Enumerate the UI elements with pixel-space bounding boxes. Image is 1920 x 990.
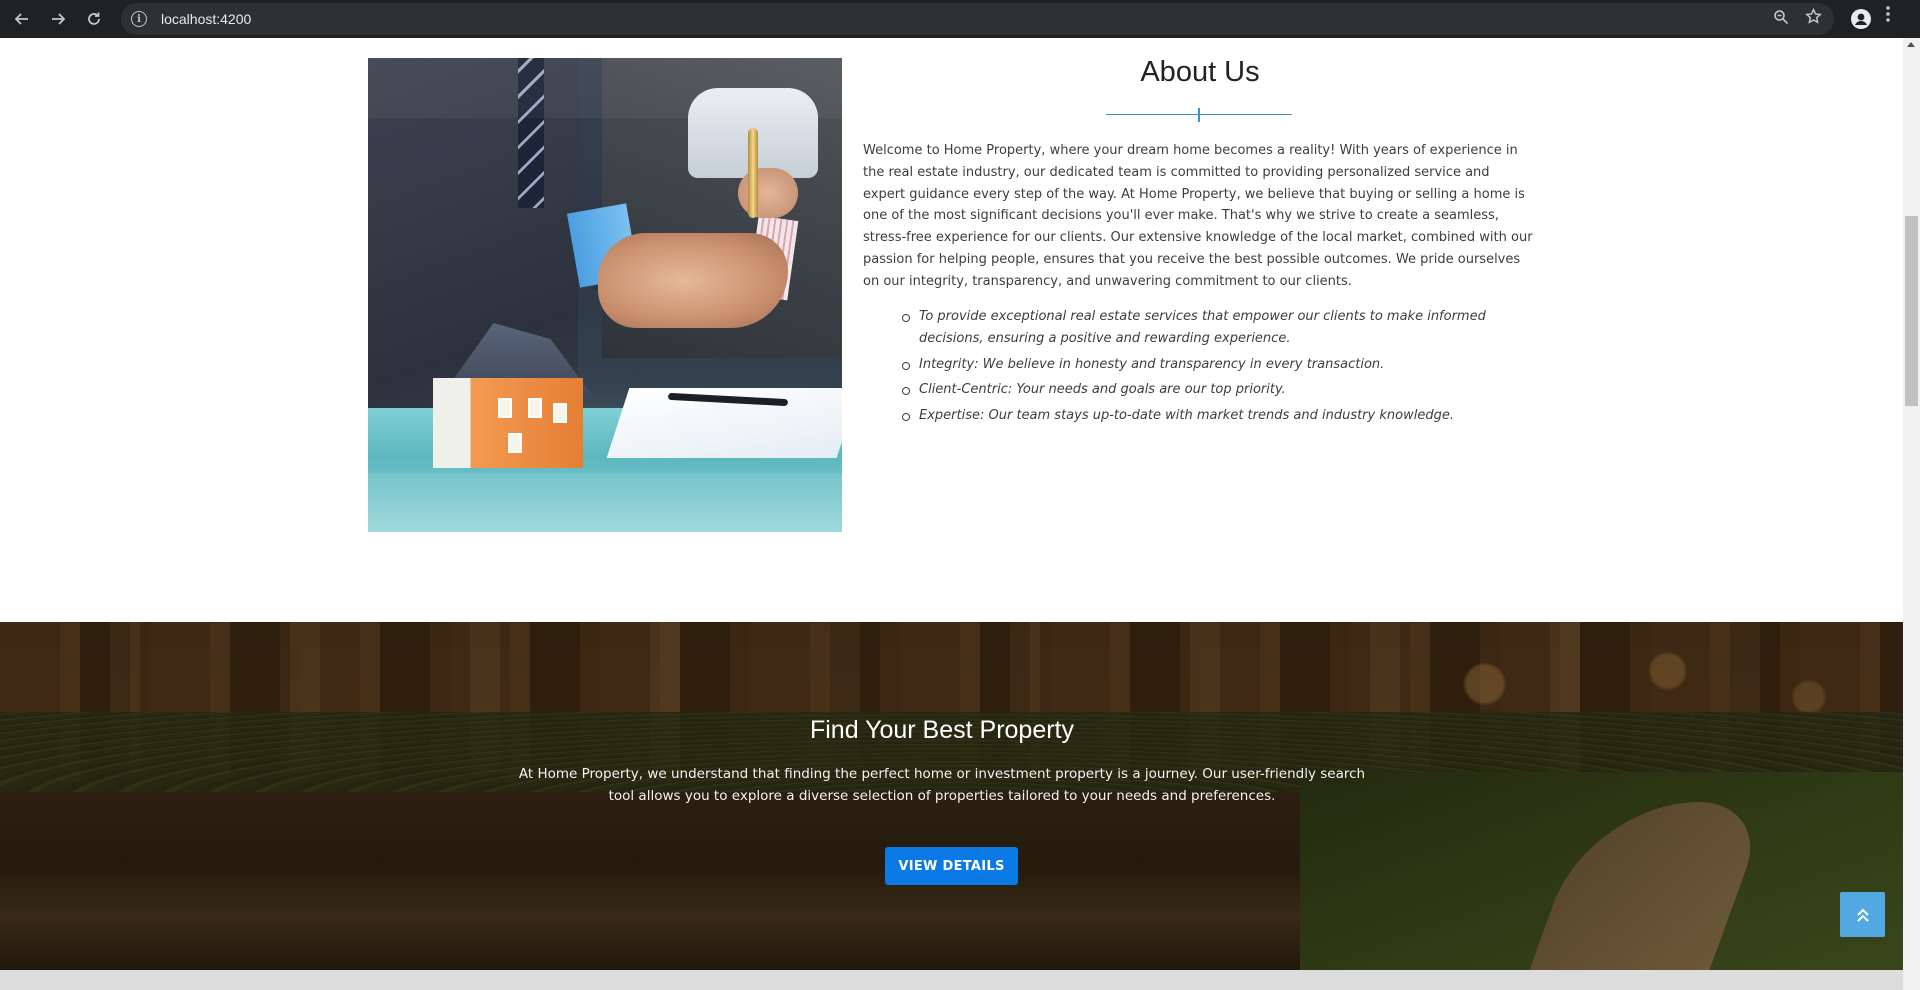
url-text[interactable]: localhost:4200 xyxy=(161,11,251,27)
find-property-section: Find Your Best Property At Home Property… xyxy=(0,622,1903,970)
arrow-left-icon xyxy=(14,13,28,25)
back-button[interactable] xyxy=(4,4,40,34)
double-chevron-up-icon xyxy=(1856,908,1869,922)
reload-icon xyxy=(88,12,100,25)
find-property-text: At Home Property, we understand that fin… xyxy=(518,766,1366,804)
back-to-top-button[interactable] xyxy=(1840,892,1885,937)
kebab-menu-icon[interactable] xyxy=(1886,6,1890,27)
reload-button[interactable] xyxy=(76,4,112,34)
find-property-title: Find Your Best Property xyxy=(809,716,1075,744)
forward-button[interactable] xyxy=(40,4,76,34)
arrow-right-icon xyxy=(52,13,66,25)
vertical-scrollbar[interactable] xyxy=(1903,38,1920,990)
about-points-list: To provide exceptional real estate servi… xyxy=(902,306,1539,431)
star-icon[interactable] xyxy=(1804,7,1822,30)
about-point: To provide exceptional real estate servi… xyxy=(902,306,1539,350)
view-details-button[interactable]: VIEW DETAILS xyxy=(885,847,1018,885)
zoom-icon[interactable] xyxy=(1772,9,1790,30)
info-icon[interactable]: i xyxy=(131,11,147,27)
browser-toolbar: i localhost:4200 xyxy=(0,0,1920,38)
scrollbar-thumb[interactable] xyxy=(1905,216,1918,406)
page-viewport: About Us Welcome to Home Property, where… xyxy=(0,38,1903,990)
about-point: Integrity: We believe in honesty and tra… xyxy=(902,354,1539,376)
about-paragraph: Welcome to Home Property, where your dre… xyxy=(863,143,1533,289)
address-bar[interactable]: i localhost:4200 xyxy=(121,3,1834,35)
about-image xyxy=(368,58,842,532)
footer-strip xyxy=(0,970,1903,990)
scroll-up-arrow-icon[interactable] xyxy=(1907,42,1915,47)
title-divider xyxy=(1106,108,1292,122)
about-point: Client-Centric: Your needs and goals are… xyxy=(902,379,1539,401)
about-point: Expertise: Our team stays up-to-date wit… xyxy=(902,405,1539,427)
profile-icon[interactable] xyxy=(1849,7,1873,31)
about-title: About Us xyxy=(1140,56,1260,88)
